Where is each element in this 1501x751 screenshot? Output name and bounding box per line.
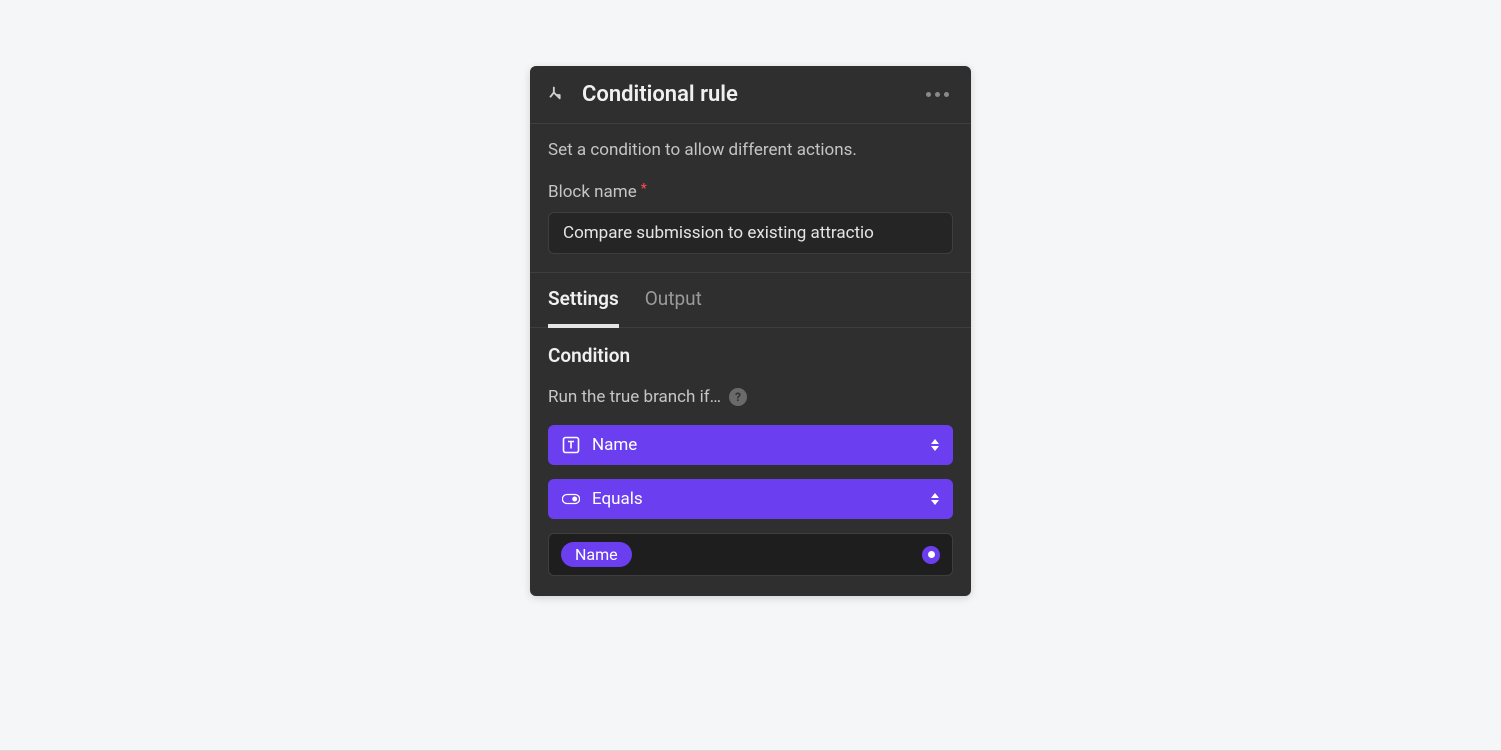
field-select-value: Name <box>592 435 637 455</box>
tabs: Settings Output <box>530 273 971 328</box>
operator-select-value: Equals <box>592 489 643 509</box>
conditional-rule-panel: Conditional rule Set a condition to allo… <box>530 66 971 596</box>
help-icon[interactable]: ? <box>729 388 747 406</box>
operator-select-left: Equals <box>562 489 643 509</box>
value-chip[interactable]: Name <box>561 542 632 567</box>
tab-settings[interactable]: Settings <box>548 287 619 328</box>
branch-icon <box>548 85 568 105</box>
chevron-updown-icon <box>931 439 939 451</box>
record-indicator-icon[interactable] <box>922 546 940 564</box>
tab-output[interactable]: Output <box>645 287 702 328</box>
block-name-input[interactable]: Compare submission to existing attractio <box>548 212 953 254</box>
panel-header: Conditional rule <box>530 66 971 124</box>
value-input[interactable]: Name <box>548 533 953 576</box>
condition-title: Condition <box>548 344 953 367</box>
field-select[interactable]: Name <box>548 425 953 465</box>
chevron-updown-icon <box>931 493 939 505</box>
condition-label-text: Run the true branch if… <box>548 387 721 407</box>
condition-section: Condition Run the true branch if… ? Name <box>530 328 971 596</box>
more-options-button[interactable] <box>922 88 953 101</box>
condition-label: Run the true branch if… ? <box>548 387 953 407</box>
block-name-label: Block name * <box>548 182 953 202</box>
panel-description: Set a condition to allow different actio… <box>548 140 953 160</box>
text-field-icon <box>562 436 580 454</box>
field-select-left: Name <box>562 435 637 455</box>
operator-select[interactable]: Equals <box>548 479 953 519</box>
block-info-section: Set a condition to allow different actio… <box>530 124 971 273</box>
toggle-icon <box>562 490 580 508</box>
block-name-label-text: Block name <box>548 182 637 202</box>
panel-header-left: Conditional rule <box>548 82 738 107</box>
required-asterisk: * <box>641 182 647 196</box>
panel-title: Conditional rule <box>582 82 738 107</box>
